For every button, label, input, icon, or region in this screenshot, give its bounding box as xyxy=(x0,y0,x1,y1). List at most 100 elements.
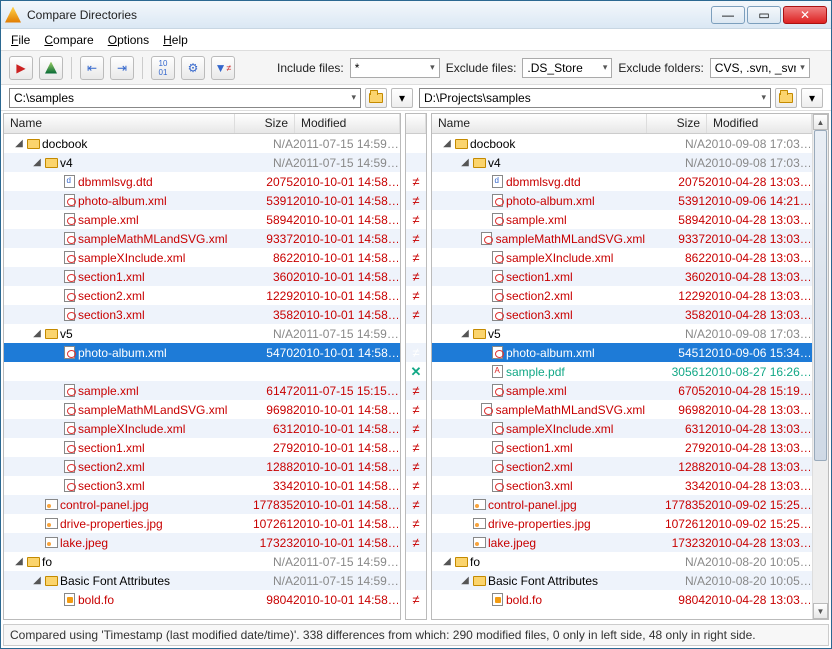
file-row[interactable]: section1.xml3602010-10-01 14:58… xyxy=(4,267,400,286)
menu-compare[interactable]: Compare xyxy=(44,33,93,47)
compare-button[interactable]: ▶ xyxy=(9,56,33,80)
scroll-up-button[interactable]: ▲ xyxy=(813,114,828,130)
file-row[interactable]: ◢v5N/A2011-07-15 14:59… xyxy=(4,324,400,343)
file-row[interactable]: section3.xml3342010-04-28 13:03… xyxy=(432,476,812,495)
scroll-down-button[interactable]: ▼ xyxy=(813,603,828,619)
file-row[interactable]: section3.xml3342010-10-01 14:58… xyxy=(4,476,400,495)
file-row[interactable]: section2.xml12292010-04-28 13:03… xyxy=(432,286,812,305)
file-row[interactable]: sampleXInclude.xml8622010-10-01 14:58… xyxy=(4,248,400,267)
file-row[interactable]: bold.fo98042010-04-28 13:03… xyxy=(432,590,812,609)
expand-toggle[interactable]: ◢ xyxy=(442,556,452,567)
file-row[interactable]: lake.jpeg173232010-04-28 13:03… xyxy=(432,533,812,552)
file-row[interactable]: section1.xml2792010-10-01 14:58… xyxy=(4,438,400,457)
left-browse-button[interactable] xyxy=(365,88,387,108)
file-row[interactable]: drive-properties.jpg1072612010-10-01 14:… xyxy=(4,514,400,533)
file-row[interactable]: section2.xml12882010-04-28 13:03… xyxy=(432,457,812,476)
file-row[interactable]: sample.pdf305612010-08-27 16:26… xyxy=(432,362,812,381)
close-button[interactable]: ✕ xyxy=(783,6,827,24)
scroll-thumb[interactable] xyxy=(814,130,827,461)
file-row[interactable]: photo-album.xml54512010-09-06 15:34… xyxy=(432,343,812,362)
right-browse-button[interactable] xyxy=(775,88,797,108)
expand-toggle[interactable]: ◢ xyxy=(442,138,452,149)
file-row[interactable]: dbmmlsvg.dtd20752010-04-28 13:03… xyxy=(432,172,812,191)
diff-indicator: ≠ xyxy=(406,457,426,476)
file-row[interactable]: ◢docbookN/A2011-07-15 14:59… xyxy=(4,134,400,153)
expand-toggle[interactable]: ◢ xyxy=(460,575,470,586)
file-row[interactable]: section3.xml3582010-10-01 14:58… xyxy=(4,305,400,324)
file-row[interactable]: lake.jpeg173232010-10-01 14:58… xyxy=(4,533,400,552)
copy-right-button[interactable]: ⇥ xyxy=(110,56,134,80)
col-modified[interactable]: Modified xyxy=(707,114,812,133)
file-row[interactable]: ◢foN/A2010-08-20 10:05… xyxy=(432,552,812,571)
include-files-dropdown[interactable]: * xyxy=(350,58,440,78)
left-rows[interactable]: ◢docbookN/A2011-07-15 14:59…◢v4N/A2011-0… xyxy=(4,134,400,619)
file-row[interactable]: ◢foN/A2011-07-15 14:59… xyxy=(4,552,400,571)
right-rows[interactable]: ◢docbookN/A2010-09-08 17:03…◢v4N/A2010-0… xyxy=(432,134,812,619)
file-row[interactable]: sampleMathMLandSVG.xml93372010-10-01 14:… xyxy=(4,229,400,248)
file-row[interactable]: section1.xml2792010-04-28 13:03… xyxy=(432,438,812,457)
file-row[interactable]: dbmmlsvg.dtd20752010-10-01 14:58… xyxy=(4,172,400,191)
exclude-files-dropdown[interactable]: .DS_Store xyxy=(522,58,612,78)
exclude-folders-dropdown[interactable]: CVS, .svn, _svn xyxy=(710,58,810,78)
col-name[interactable]: Name xyxy=(432,114,647,133)
file-row[interactable]: sampleMathMLandSVG.xml96982010-10-01 14:… xyxy=(4,400,400,419)
minimize-button[interactable]: — xyxy=(711,6,745,24)
file-row[interactable]: ◢Basic Font AttributesN/A2011-07-15 14:5… xyxy=(4,571,400,590)
col-name[interactable]: Name xyxy=(4,114,235,133)
binary-compare-button[interactable]: 1001 xyxy=(151,56,175,80)
copy-left-button[interactable]: ⇤ xyxy=(80,56,104,80)
left-path-input[interactable]: C:\samples xyxy=(9,88,361,108)
file-date: 2010-04-28 13:03… xyxy=(705,308,810,322)
file-row[interactable]: ◢v4N/A2010-09-08 17:03… xyxy=(432,153,812,172)
scroll-track[interactable] xyxy=(813,130,828,603)
left-refresh-button[interactable]: ▾ xyxy=(391,88,413,108)
file-row[interactable]: ◢v5N/A2010-09-08 17:03… xyxy=(432,324,812,343)
file-row[interactable]: control-panel.jpg1778352010-09-02 15:25… xyxy=(432,495,812,514)
run-button[interactable] xyxy=(39,56,63,80)
file-row[interactable]: drive-properties.jpg1072612010-09-02 15:… xyxy=(432,514,812,533)
menu-options[interactable]: Options xyxy=(108,33,149,47)
file-row[interactable]: sample.xml67052010-04-28 15:19… xyxy=(432,381,812,400)
settings-button[interactable]: ⚙ xyxy=(181,56,205,80)
menu-help[interactable]: Help xyxy=(163,33,188,47)
expand-toggle[interactable]: ◢ xyxy=(460,328,470,339)
expand-toggle[interactable]: ◢ xyxy=(460,157,470,168)
file-row[interactable]: section1.xml3602010-04-28 13:03… xyxy=(432,267,812,286)
file-row[interactable]: section2.xml12292010-10-01 14:58… xyxy=(4,286,400,305)
file-row[interactable]: sampleMathMLandSVG.xml96982010-04-28 13:… xyxy=(432,400,812,419)
file-row[interactable]: section3.xml3582010-04-28 13:03… xyxy=(432,305,812,324)
file-row[interactable]: sampleXInclude.xml6312010-10-01 14:58… xyxy=(4,419,400,438)
right-column-header[interactable]: Name Size Modified xyxy=(432,114,812,134)
file-row[interactable]: bold.fo98042010-10-01 14:58… xyxy=(4,590,400,609)
expand-toggle[interactable]: ◢ xyxy=(14,138,24,149)
file-row[interactable]: sample.xml58942010-04-28 13:03… xyxy=(432,210,812,229)
file-row[interactable]: sampleXInclude.xml6312010-04-28 13:03… xyxy=(432,419,812,438)
menu-file[interactable]: File xyxy=(11,33,30,47)
left-column-header[interactable]: Name Size Modified xyxy=(4,114,400,134)
right-refresh-button[interactable]: ▾ xyxy=(801,88,823,108)
expand-toggle[interactable]: ◢ xyxy=(32,328,42,339)
file-row[interactable]: sample.xml61472011-07-15 15:15… xyxy=(4,381,400,400)
title-bar[interactable]: Compare Directories — ▭ ✕ xyxy=(1,1,831,29)
file-row[interactable]: photo-album.xml53912010-10-01 14:58… xyxy=(4,191,400,210)
file-row[interactable]: sample.xml58942010-10-01 14:58… xyxy=(4,210,400,229)
col-size[interactable]: Size xyxy=(647,114,707,133)
col-size[interactable]: Size xyxy=(235,114,295,133)
file-row[interactable]: photo-album.xml53912010-09-06 14:21… xyxy=(432,191,812,210)
filter-button[interactable]: ▼≠ xyxy=(211,56,235,80)
file-row[interactable]: sampleMathMLandSVG.xml93372010-04-28 13:… xyxy=(432,229,812,248)
file-row[interactable]: ◢docbookN/A2010-09-08 17:03… xyxy=(432,134,812,153)
expand-toggle[interactable]: ◢ xyxy=(32,157,42,168)
file-row[interactable]: ◢v4N/A2011-07-15 14:59… xyxy=(4,153,400,172)
file-row[interactable]: section2.xml12882010-10-01 14:58… xyxy=(4,457,400,476)
expand-toggle[interactable]: ◢ xyxy=(14,556,24,567)
right-path-input[interactable]: D:\Projects\samples xyxy=(419,88,771,108)
col-modified[interactable]: Modified xyxy=(295,114,400,133)
expand-toggle[interactable]: ◢ xyxy=(32,575,42,586)
file-row[interactable]: photo-album.xml54702010-10-01 14:58… xyxy=(4,343,400,362)
file-row[interactable]: ◢Basic Font AttributesN/A2010-08-20 10:0… xyxy=(432,571,812,590)
maximize-button[interactable]: ▭ xyxy=(747,6,781,24)
file-row[interactable]: sampleXInclude.xml8622010-04-28 13:03… xyxy=(432,248,812,267)
file-row[interactable]: control-panel.jpg1778352010-10-01 14:58… xyxy=(4,495,400,514)
vertical-scrollbar[interactable]: ▲ ▼ xyxy=(812,114,828,619)
